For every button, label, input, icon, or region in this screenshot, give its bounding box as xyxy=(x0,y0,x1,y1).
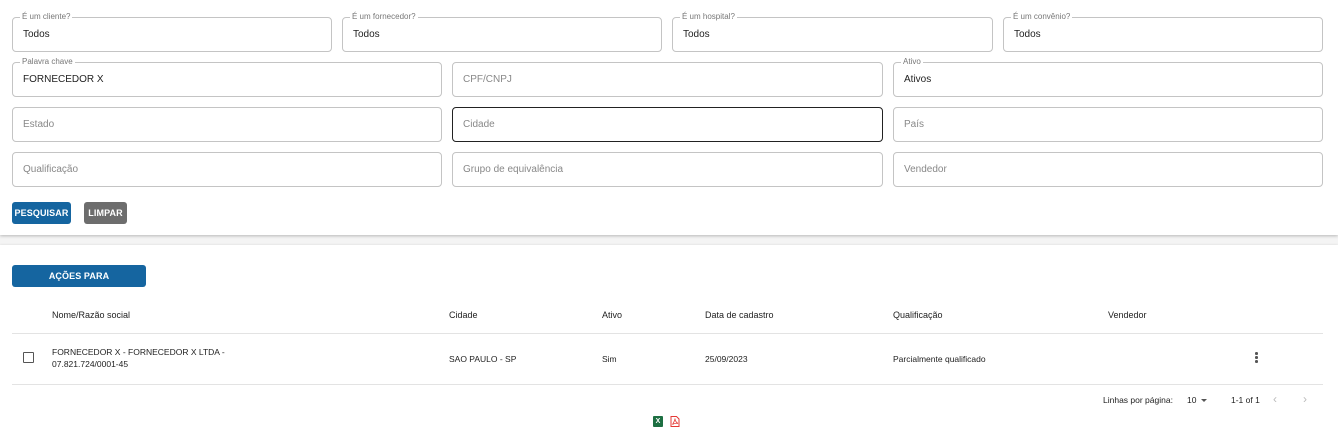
is-hospital-label: É um hospital? xyxy=(680,12,737,22)
clear-button[interactable]: LIMPAR xyxy=(84,202,127,224)
equivalence-group-placeholder: Grupo de equivalência xyxy=(463,164,564,175)
excel-icon[interactable]: X xyxy=(653,416,663,427)
rows-per-page-label: Linhas por página: xyxy=(1103,395,1173,405)
bulk-actions-button[interactable]: AÇÕES PARA SELECIONADOS xyxy=(12,265,146,303)
keyword-input[interactable]: Palavra chave FORNECEDOR X xyxy=(12,57,442,97)
results-panel: AÇÕES PARA SELECIONADOS Nome/Razão socia… xyxy=(0,245,1338,435)
row-active: Sim xyxy=(602,354,617,364)
is-supplier-select[interactable]: É um fornecedor? Todos xyxy=(342,12,662,52)
search-button[interactable]: PESQUISAR xyxy=(12,202,71,224)
prev-page-icon[interactable]: ‹ xyxy=(1273,392,1277,406)
next-page-icon[interactable]: › xyxy=(1303,392,1307,406)
equivalence-group-input[interactable]: Grupo de equivalência xyxy=(452,152,883,187)
is-hospital-select[interactable]: É um hospital? Todos xyxy=(672,12,993,52)
is-insurer-select[interactable]: É um convênio? Todos xyxy=(1003,12,1323,52)
row-name-line1: FORNECEDOR X - FORNECEDOR X LTDA - xyxy=(52,347,225,357)
row-checkbox[interactable] xyxy=(23,352,34,363)
column-header-name[interactable]: Nome/Razão social xyxy=(52,310,130,320)
state-placeholder: Estado xyxy=(23,119,55,130)
city-input[interactable]: Cidade xyxy=(452,107,883,142)
column-header-created-date[interactable]: Data de cadastro xyxy=(705,310,774,320)
is-client-label: É um cliente? xyxy=(20,12,73,22)
row-divider xyxy=(12,384,1323,385)
column-header-active[interactable]: Ativo xyxy=(602,310,622,320)
qualification-input[interactable]: Qualificação xyxy=(12,152,442,187)
column-header-seller[interactable]: Vendedor xyxy=(1108,310,1147,320)
chevron-down-icon xyxy=(1201,399,1208,403)
is-supplier-value: Todos xyxy=(353,29,380,40)
header-divider xyxy=(12,333,1323,334)
is-hospital-value: Todos xyxy=(683,29,710,40)
keyword-value: FORNECEDOR X xyxy=(23,74,104,85)
state-input[interactable]: Estado xyxy=(12,107,442,142)
is-client-value: Todos xyxy=(23,29,50,40)
row-city: SAO PAULO - SP xyxy=(449,354,517,364)
cpf-cnpj-placeholder: CPF/CNPJ xyxy=(463,74,512,85)
more-vert-icon[interactable] xyxy=(1255,352,1259,364)
keyword-label: Palavra chave xyxy=(20,57,75,67)
filter-panel: É um cliente? Todos É um fornecedor? Tod… xyxy=(0,0,1338,235)
rows-per-page-value: 10 xyxy=(1187,395,1197,405)
row-qualification: Parcialmente qualificado xyxy=(893,354,986,364)
is-insurer-value: Todos xyxy=(1014,29,1041,40)
active-label: Ativo xyxy=(901,57,923,67)
active-value: Ativos xyxy=(904,74,932,85)
column-header-city[interactable]: Cidade xyxy=(449,310,478,320)
column-header-qualification[interactable]: Qualificação xyxy=(893,310,943,320)
row-created-date: 25/09/2023 xyxy=(705,354,748,364)
rows-per-page-select[interactable]: 10 xyxy=(1187,395,1208,405)
pagination-range: 1-1 of 1 xyxy=(1231,395,1260,405)
row-name-line2: 07.821.724/0001-45 xyxy=(52,359,129,369)
is-supplier-label: É um fornecedor? xyxy=(350,12,418,22)
cpf-cnpj-input[interactable]: CPF/CNPJ xyxy=(452,62,883,97)
is-insurer-label: É um convênio? xyxy=(1011,12,1073,22)
country-placeholder: País xyxy=(904,119,925,130)
row-name: FORNECEDOR X - FORNECEDOR X LTDA - 07.82… xyxy=(52,346,225,370)
city-placeholder: Cidade xyxy=(463,119,495,130)
seller-input[interactable]: Vendedor xyxy=(893,152,1323,187)
pdf-icon[interactable] xyxy=(670,416,680,427)
active-select[interactable]: Ativo Ativos xyxy=(893,57,1323,97)
qualification-placeholder: Qualificação xyxy=(23,164,79,175)
is-client-select[interactable]: É um cliente? Todos xyxy=(12,12,332,52)
seller-placeholder: Vendedor xyxy=(904,164,947,175)
country-input[interactable]: País xyxy=(893,107,1323,142)
